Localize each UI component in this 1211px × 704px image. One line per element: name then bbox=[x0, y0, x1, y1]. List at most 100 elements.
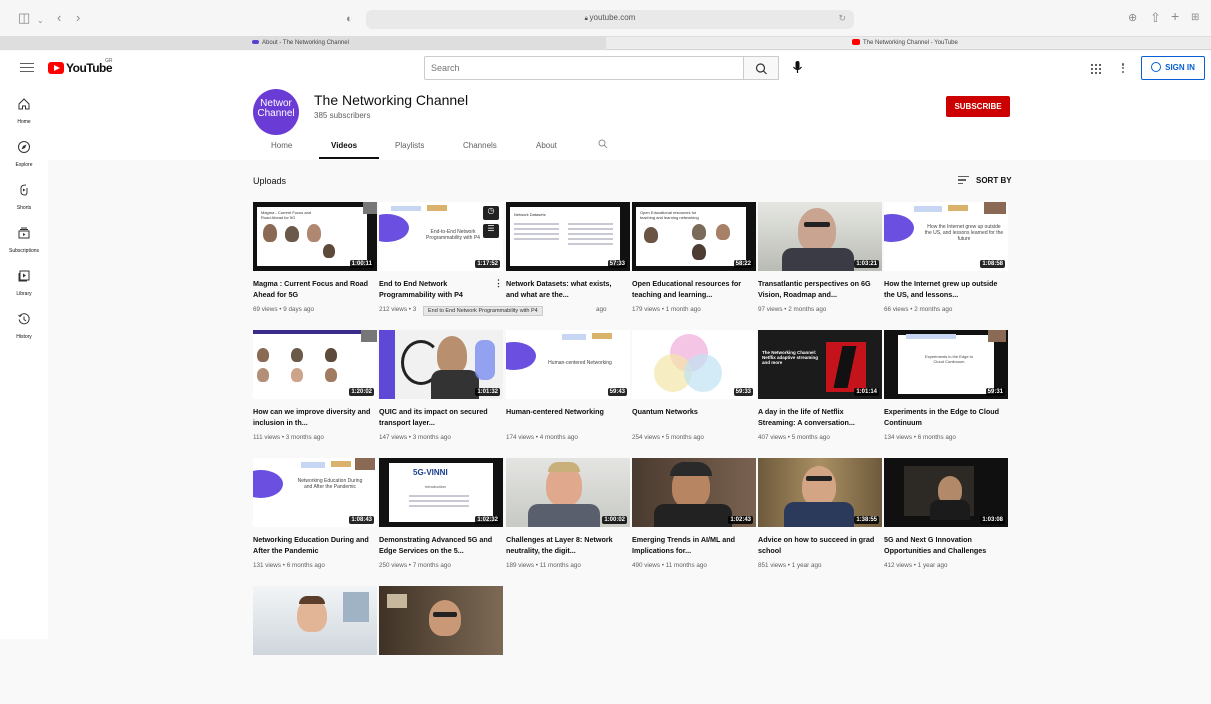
video-thumbnail[interactable]: 1:20:02 bbox=[253, 330, 377, 399]
video-card[interactable]: 1:38:55 Advice on how to succeed in grad … bbox=[758, 458, 882, 576]
video-thumbnail[interactable]: 1:00:02 bbox=[506, 458, 630, 527]
video-thumbnail[interactable]: 1:01:32 bbox=[379, 330, 503, 399]
video-duration: 1:17:52 bbox=[475, 260, 500, 268]
sign-in-button[interactable]: SIGN IN bbox=[1141, 56, 1205, 80]
hamburger-menu-icon[interactable] bbox=[20, 60, 34, 74]
sidebar-item-explore[interactable]: Explore bbox=[0, 140, 48, 168]
video-card[interactable]: Experiments in the Edge to Cloud Continu… bbox=[884, 330, 1008, 448]
tab-channels[interactable]: Channels bbox=[463, 141, 497, 150]
video-title[interactable]: Quantum Networks bbox=[632, 406, 752, 417]
sidebar-item-shorts[interactable]: Shorts bbox=[0, 183, 48, 211]
video-card[interactable]: Human-centered Networking 59:43 Human-cen… bbox=[506, 330, 630, 448]
video-card[interactable]: 1:00:02 Challenges at Layer 8: Network ne… bbox=[506, 458, 630, 576]
video-card[interactable] bbox=[379, 586, 503, 704]
video-title[interactable]: Magma : Current Focus and Road Ahead for… bbox=[253, 278, 373, 300]
video-card[interactable]: Network Datasets 57:33 Network Datasets: … bbox=[506, 202, 630, 320]
video-card[interactable]: 1:03:08 5G and Next G Innovation Opportun… bbox=[884, 458, 1008, 576]
subscribe-button[interactable]: SUBSCRIBE bbox=[946, 96, 1010, 117]
video-title[interactable]: Emerging Trends in AI/ML and Implication… bbox=[632, 534, 752, 556]
tab-videos[interactable]: Videos bbox=[331, 141, 357, 150]
video-thumbnail[interactable]: 1:38:55 bbox=[758, 458, 882, 527]
video-title[interactable]: Network Datasets: what exists, and what … bbox=[506, 278, 626, 300]
add-to-queue-icon[interactable]: ☰ bbox=[483, 224, 499, 238]
video-title[interactable]: Advice on how to succeed in grad school bbox=[758, 534, 878, 556]
new-tab-icon[interactable]: + bbox=[1171, 8, 1179, 24]
video-title[interactable]: Experiments in the Edge to Cloud Continu… bbox=[884, 406, 1004, 428]
video-more-icon[interactable]: ⋮ bbox=[494, 278, 503, 289]
video-card[interactable]: How the Internet grew up outside the US,… bbox=[884, 202, 1008, 320]
sidebar-item-library[interactable]: Library bbox=[0, 269, 48, 297]
apps-grid-icon[interactable] bbox=[1091, 64, 1101, 74]
search-button[interactable] bbox=[744, 56, 779, 80]
video-card[interactable]: 1:02:43 Emerging Trends in AI/ML and Impl… bbox=[632, 458, 756, 576]
reload-icon[interactable]: ↻ bbox=[838, 13, 846, 24]
sort-by-button[interactable]: SORT BY bbox=[976, 176, 1012, 185]
video-thumbnail[interactable] bbox=[253, 586, 377, 655]
sidebar-toggle-icon[interactable]: ◫ bbox=[18, 10, 30, 26]
video-thumbnail[interactable]: Human-centered Networking 59:43 bbox=[506, 330, 630, 399]
video-thumbnail[interactable]: The Networking Channel: Netflix adaptive… bbox=[758, 330, 882, 399]
video-card[interactable]: 5G-VINNI Introduction 1:02:32 Demonstrati… bbox=[379, 458, 503, 576]
video-thumbnail[interactable] bbox=[379, 586, 503, 655]
video-title[interactable]: End to End Network Programmability with … bbox=[379, 278, 499, 300]
video-card[interactable]: Magma - Current Focus and Road Ahead for… bbox=[253, 202, 377, 320]
video-card[interactable]: 1:03:21 Transatlantic perspectives on 6G … bbox=[758, 202, 882, 320]
more-vert-icon[interactable] bbox=[1121, 62, 1125, 76]
sidebar-item-home[interactable]: Home bbox=[0, 97, 48, 125]
video-card[interactable]: Open Educational resources for teaching … bbox=[632, 202, 756, 320]
chevron-down-icon[interactable]: ⌄ bbox=[37, 13, 44, 29]
tab-overview-icon[interactable]: ⊞ bbox=[1191, 10, 1199, 26]
video-card[interactable]: Networking Education During and After th… bbox=[253, 458, 377, 576]
channel-avatar[interactable]: Networ Channel bbox=[253, 89, 299, 135]
forward-icon[interactable]: › bbox=[76, 10, 80, 26]
video-title[interactable]: Demonstrating Advanced 5G and Edge Servi… bbox=[379, 534, 499, 556]
video-thumbnail[interactable]: How the Internet grew up outside the US,… bbox=[884, 202, 1008, 271]
video-thumbnail[interactable]: 5G-VINNI Introduction 1:02:32 bbox=[379, 458, 503, 527]
share-icon[interactable]: ⇧ bbox=[1150, 10, 1161, 26]
channel-search-icon[interactable] bbox=[598, 139, 608, 149]
search-box[interactable] bbox=[424, 56, 744, 80]
sidebar-item-history[interactable]: History bbox=[0, 312, 48, 340]
voice-search-button[interactable] bbox=[790, 59, 806, 77]
video-title[interactable]: Open Educational resources for teaching … bbox=[632, 278, 752, 300]
video-title[interactable]: Transatlantic perspectives on 6G Vision,… bbox=[758, 278, 878, 300]
video-title[interactable]: Networking Education During and After th… bbox=[253, 534, 373, 556]
video-thumbnail[interactable]: End-to-End Network Programmability with … bbox=[379, 202, 503, 271]
sidebar-item-subscriptions[interactable]: Subscriptions bbox=[0, 226, 48, 254]
video-thumbnail[interactable]: Networking Education During and After th… bbox=[253, 458, 377, 527]
video-title[interactable]: A day in the life of Netflix Streaming: … bbox=[758, 406, 878, 428]
video-title[interactable]: 5G and Next G Innovation Opportunities a… bbox=[884, 534, 1004, 556]
video-title[interactable]: Challenges at Layer 8: Network neutralit… bbox=[506, 534, 626, 556]
address-bar[interactable]: 🔒︎ youtube.com ↻ bbox=[366, 10, 854, 29]
video-card[interactable]: 1:20:02 How can we improve diversity and … bbox=[253, 330, 377, 448]
video-title[interactable]: QUIC and its impact on secured transport… bbox=[379, 406, 499, 428]
video-title[interactable]: How the Internet grew up outside the US,… bbox=[884, 278, 1004, 300]
video-card[interactable]: End-to-End Network Programmability with … bbox=[379, 202, 543, 320]
video-card[interactable]: 59:33 Quantum Networks 254 views • 5 month… bbox=[632, 330, 756, 448]
video-thumbnail[interactable]: 1:03:21 bbox=[758, 202, 882, 271]
video-card[interactable]: The Networking Channel: Netflix adaptive… bbox=[758, 330, 882, 448]
video-title[interactable]: How can we improve diversity and inclusi… bbox=[253, 406, 373, 428]
video-card[interactable] bbox=[253, 586, 377, 704]
tab-youtube[interactable]: The Networking Channel - YouTube bbox=[606, 37, 1211, 50]
tab-playlists[interactable]: Playlists bbox=[395, 141, 424, 150]
youtube-logo[interactable]: YouTube GR bbox=[48, 58, 113, 76]
video-thumbnail[interactable]: Experiments in the Edge to Cloud Continu… bbox=[884, 330, 1008, 399]
back-icon[interactable]: ‹ bbox=[57, 10, 61, 26]
tab-about[interactable]: About bbox=[536, 141, 557, 150]
video-title[interactable]: Human-centered Networking bbox=[506, 406, 626, 417]
video-thumbnail[interactable]: Magma - Current Focus and Road Ahead for… bbox=[253, 202, 377, 271]
video-thumbnail[interactable]: 1:02:43 bbox=[632, 458, 756, 527]
tab-home[interactable]: Home bbox=[271, 141, 292, 150]
watch-later-icon[interactable]: ◷ bbox=[483, 206, 499, 220]
video-thumbnail[interactable]: 59:33 bbox=[632, 330, 756, 399]
video-thumbnail[interactable]: Open Educational resources for teaching … bbox=[632, 202, 756, 271]
tab-about[interactable]: About - The Networking Channel bbox=[0, 37, 606, 50]
sort-icon[interactable] bbox=[958, 176, 969, 185]
search-input[interactable] bbox=[425, 57, 743, 79]
video-thumbnail[interactable]: Network Datasets 57:33 bbox=[506, 202, 630, 271]
privacy-shield-icon[interactable]: ◐ bbox=[346, 11, 353, 27]
video-thumbnail[interactable]: 1:03:08 bbox=[884, 458, 1008, 527]
download-icon[interactable]: ⊕ bbox=[1128, 10, 1137, 26]
video-card[interactable]: 1:01:32 QUIC and its impact on secured tr… bbox=[379, 330, 503, 448]
